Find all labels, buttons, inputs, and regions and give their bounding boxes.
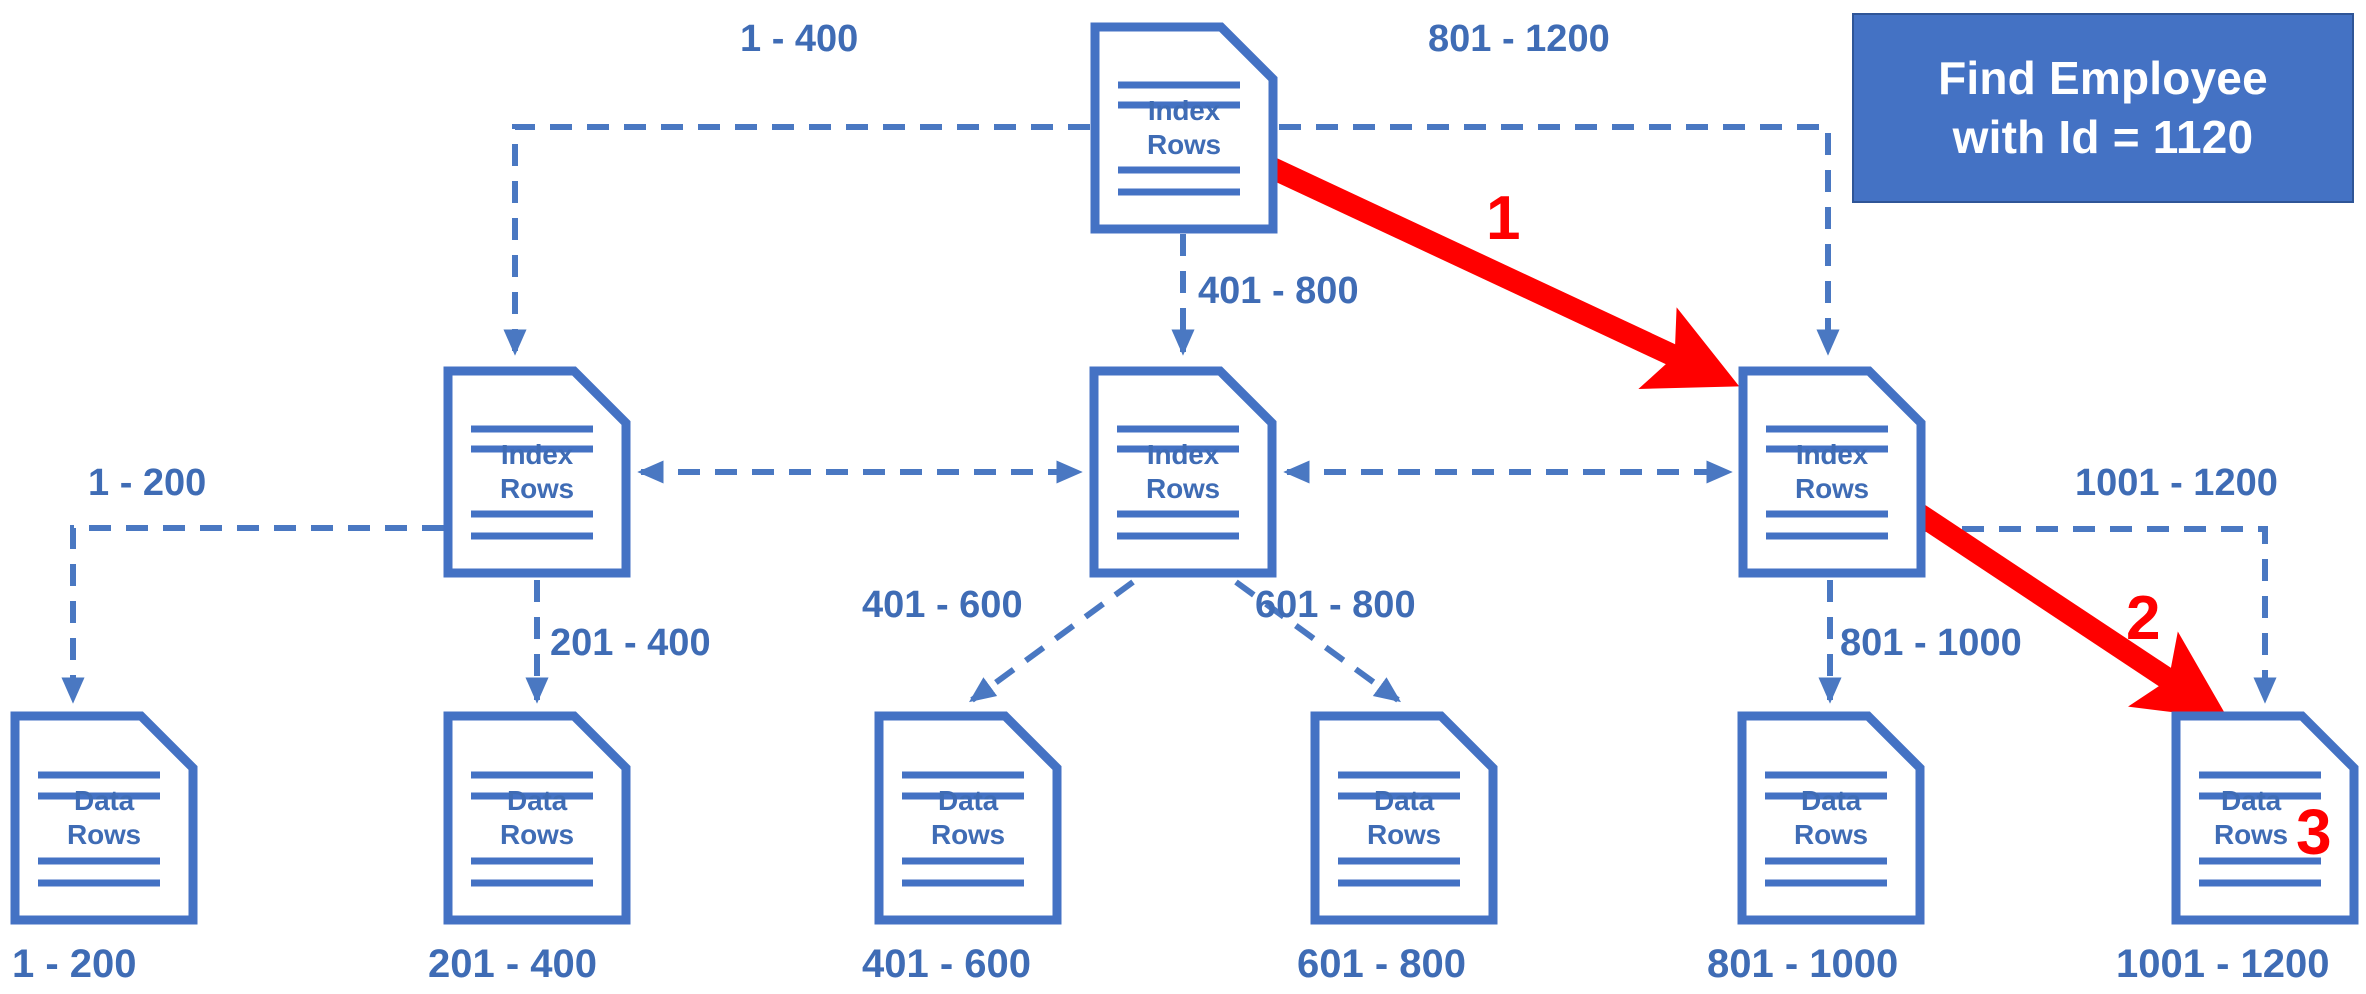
step-number-1: 1 (1486, 184, 1521, 253)
find-employee-callout: Find Employee with Id = 1120 (1852, 13, 2354, 203)
edge-label-root-to-left: 1 - 400 (740, 18, 859, 60)
edge-left-to-leaf1 (61, 525, 444, 704)
edge-label-root-to-center: 401 - 800 (1198, 270, 1359, 312)
leaf-range-label-6: 1001 - 1200 (2116, 942, 2330, 986)
document-icon (443, 366, 631, 578)
edge-label-right-to-leaf6: 1001 - 1200 (2075, 462, 2278, 504)
edge-root-to-right (1279, 124, 1840, 356)
leaf-range-label-3: 401 - 600 (862, 942, 1032, 986)
document-icon (443, 711, 631, 925)
edge-label-right-to-leaf5: 801 - 1000 (1840, 622, 2022, 664)
edge-root-to-left (503, 124, 1090, 356)
leaf-range-label-5: 801 - 1000 (1707, 942, 1899, 986)
diagram-canvas: Index Rows Index Rows Index Rows Index R… (0, 0, 2366, 994)
step-number-3: 3 (2296, 796, 2332, 868)
document-icon (1738, 366, 1926, 578)
step-number-2: 2 (2126, 584, 2161, 653)
edge-label-left-to-leaf1: 1 - 200 (88, 462, 207, 504)
node-data-leaf-4[interactable]: Data Rows (1310, 711, 1498, 925)
node-data-leaf-5[interactable]: Data Rows (1737, 711, 1925, 925)
node-index-left[interactable]: Index Rows (443, 366, 631, 578)
document-icon (1310, 711, 1498, 925)
leaf-range-label-1: 1 - 200 (12, 942, 137, 986)
leaf-range-label-4: 601 - 800 (1297, 942, 1467, 986)
node-data-leaf-1[interactable]: Data Rows (10, 711, 198, 925)
callout-line-2: with Id = 1120 (1952, 111, 2254, 163)
edge-label-root-to-right: 801 - 1200 (1428, 18, 1610, 60)
edge-label-center-to-leaf3: 401 - 600 (862, 584, 1023, 626)
document-icon (10, 711, 198, 925)
document-icon (1089, 366, 1277, 578)
callout-line-1: Find Employee (1938, 52, 2268, 105)
node-data-leaf-3[interactable]: Data Rows (874, 711, 1062, 925)
leaf-range-label-2: 201 - 400 (428, 942, 598, 986)
document-icon (1737, 711, 1925, 925)
edge-right-to-leaf6 (1925, 526, 2277, 704)
edge-label-left-to-leaf2: 201 - 400 (550, 622, 711, 664)
node-index-right[interactable]: Index Rows (1738, 366, 1926, 578)
node-index-center[interactable]: Index Rows (1089, 366, 1277, 578)
document-icon (1090, 22, 1278, 234)
node-data-leaf-2[interactable]: Data Rows (443, 711, 631, 925)
document-icon (874, 711, 1062, 925)
node-root-index[interactable]: Index Rows (1090, 22, 1278, 234)
edge-label-center-to-leaf4: 601 - 800 (1255, 584, 1416, 626)
